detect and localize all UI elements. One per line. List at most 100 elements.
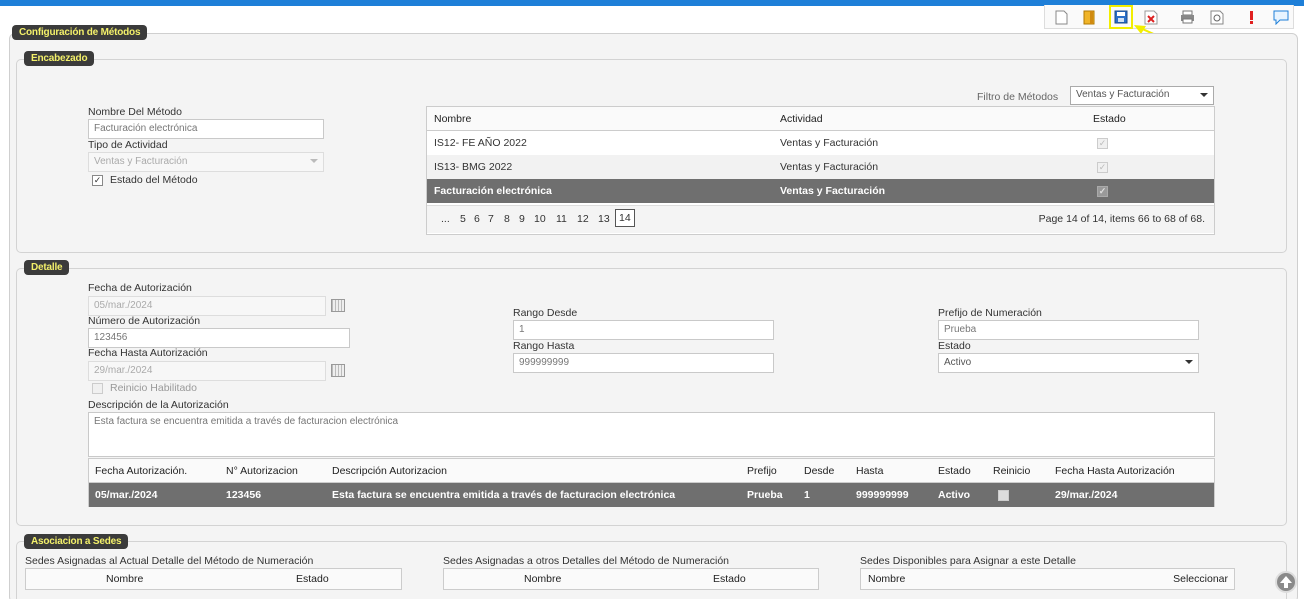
scroll-to-top-button[interactable] bbox=[1275, 571, 1297, 593]
cell-reinicio-checkbox bbox=[998, 490, 1009, 501]
col-estado[interactable]: Estado bbox=[1093, 113, 1126, 125]
rango-desde-label: Rango Desde bbox=[513, 307, 578, 319]
filtro-select[interactable]: Ventas y Facturación bbox=[1070, 86, 1214, 105]
book-icon[interactable] bbox=[1079, 7, 1099, 27]
cell-nombre: IS13- BMG 2022 bbox=[434, 161, 513, 173]
nombre-label: Nombre Del Método bbox=[88, 106, 182, 118]
estado-select[interactable]: Activo bbox=[938, 353, 1199, 373]
sedes-col2-title: Sedes Asignadas a otros Detalles del Mét… bbox=[443, 555, 730, 567]
page-link[interactable]: 7 bbox=[488, 213, 494, 225]
calendar-icon[interactable] bbox=[331, 364, 345, 377]
cell-actividad: Ventas y Facturación bbox=[780, 185, 886, 197]
col-estado[interactable]: Estado bbox=[296, 573, 329, 585]
detalle-title: Detalle bbox=[24, 260, 70, 275]
chevron-down-icon bbox=[310, 159, 318, 163]
cell-estado: Activo bbox=[938, 489, 971, 501]
table-row-selected[interactable]: Facturación electrónica Ventas y Factura… bbox=[427, 179, 1214, 203]
col-nombre[interactable]: Nombre bbox=[524, 573, 561, 585]
col-num[interactable]: N° Autorizacion bbox=[226, 465, 298, 477]
page-link[interactable]: 13 bbox=[598, 213, 610, 225]
prefijo-label: Prefijo de Numeración bbox=[938, 307, 1042, 319]
cell-fecha: 05/mar./2024 bbox=[95, 489, 158, 501]
col-desc[interactable]: Descripción Autorizacion bbox=[332, 465, 447, 477]
table-row-selected[interactable]: 05/mar./2024 123456 Esta factura se encu… bbox=[89, 483, 1214, 507]
fecha-aut-label: Fecha de Autorización bbox=[88, 282, 192, 294]
estado-value: Activo bbox=[944, 357, 972, 368]
cell-desc: Esta factura se encuentra emitida a trav… bbox=[332, 489, 676, 501]
cell-nombre: Facturación electrónica bbox=[434, 185, 552, 197]
page-link[interactable]: 6 bbox=[474, 213, 480, 225]
col-estado[interactable]: Estado bbox=[938, 465, 971, 477]
page-link[interactable]: 8 bbox=[504, 213, 510, 225]
prefijo-input[interactable]: Prueba bbox=[938, 320, 1199, 340]
cell-estado-checkbox: ✓ bbox=[1097, 186, 1108, 197]
chat-icon[interactable] bbox=[1271, 7, 1291, 27]
col-nombre[interactable]: Nombre bbox=[434, 113, 471, 125]
sedes-title: Asociacion a Sedes bbox=[24, 534, 129, 549]
col-seleccionar[interactable]: Seleccionar bbox=[1173, 573, 1228, 585]
col-nombre[interactable]: Nombre bbox=[868, 573, 905, 585]
fecha-hasta-label: Fecha Hasta Autorización bbox=[88, 347, 208, 359]
reinicio-checkbox[interactable] bbox=[92, 383, 103, 394]
col-fecha[interactable]: Fecha Autorización. bbox=[95, 465, 187, 477]
cell-estado-checkbox: ✓ bbox=[1097, 138, 1108, 149]
calendar-icon[interactable] bbox=[331, 299, 345, 312]
new-document-icon[interactable] bbox=[1051, 7, 1071, 27]
filtro-value: Ventas y Facturación bbox=[1076, 89, 1170, 100]
page-link[interactable]: 5 bbox=[460, 213, 466, 225]
estado-label: Estado bbox=[938, 340, 971, 352]
pager: ... 5 6 7 8 9 10 11 12 13 14 Page 14 of … bbox=[427, 205, 1214, 233]
tipo-select[interactable]: Ventas y Facturación bbox=[88, 152, 324, 172]
page-link[interactable]: 12 bbox=[577, 213, 589, 225]
detalle-table: Fecha Autorización. N° Autorizacion Desc… bbox=[88, 458, 1215, 507]
sedes-col2-header: Nombre Estado bbox=[443, 568, 819, 590]
cell-prefijo: Prueba bbox=[747, 489, 783, 501]
metodos-table: Nombre Actividad Estado IS12- FE AÑO 202… bbox=[426, 106, 1215, 235]
col-fecha-hasta[interactable]: Fecha Hasta Autorización bbox=[1055, 465, 1175, 477]
table-row[interactable]: IS12- FE AÑO 2022 Ventas y Facturación ✓ bbox=[427, 131, 1214, 155]
col-prefijo[interactable]: Prefijo bbox=[747, 465, 777, 477]
rango-hasta-input[interactable]: 999999999 bbox=[513, 353, 774, 373]
num-aut-input[interactable]: 123456 bbox=[88, 328, 350, 348]
encabezado-title: Encabezado bbox=[24, 51, 95, 66]
fecha-hasta-input[interactable]: 29/mar./2024 bbox=[88, 361, 326, 381]
rango-hasta-label: Rango Hasta bbox=[513, 340, 575, 352]
nombre-input[interactable]: Facturación electrónica bbox=[88, 119, 324, 139]
chevron-down-icon bbox=[1185, 360, 1193, 364]
cell-hasta: 999999999 bbox=[856, 489, 909, 501]
sedes-col1-title: Sedes Asignadas al Actual Detalle del Mé… bbox=[25, 555, 314, 567]
cell-actividad: Ventas y Facturación bbox=[780, 161, 879, 173]
sedes-col3-title: Sedes Disponibles para Asignar a este De… bbox=[860, 555, 1076, 567]
estado-metodo-checkbox[interactable]: ✓ bbox=[92, 175, 103, 186]
panel-title: Configuración de Métodos bbox=[12, 25, 148, 40]
col-reinicio[interactable]: Reinicio bbox=[993, 465, 1030, 477]
filtro-label: Filtro de Métodos bbox=[977, 91, 1059, 103]
col-hasta[interactable]: Hasta bbox=[856, 465, 883, 477]
cell-num: 123456 bbox=[226, 489, 262, 501]
desc-label: Descripción de la Autorización bbox=[88, 399, 229, 411]
table-header: Nombre Actividad Estado bbox=[427, 107, 1214, 131]
arrow-up-icon bbox=[1280, 576, 1292, 588]
cell-estado-checkbox: ✓ bbox=[1097, 162, 1108, 173]
page-link[interactable]: 11 bbox=[556, 213, 567, 225]
page-info: Page 14 of 14, items 66 to 68 of 68. bbox=[1038, 213, 1205, 225]
rango-desde-input[interactable]: 1 bbox=[513, 320, 774, 340]
table-header: Fecha Autorización. N° Autorizacion Desc… bbox=[89, 459, 1214, 483]
desc-textarea[interactable]: Esta factura se encuentra emitida a trav… bbox=[88, 412, 1215, 457]
fecha-aut-input[interactable]: 05/mar./2024 bbox=[88, 296, 326, 316]
sedes-col1-header: Nombre Estado bbox=[25, 568, 402, 590]
reinicio-label: Reinicio Habilitado bbox=[110, 382, 197, 394]
page-link[interactable]: 10 bbox=[534, 213, 546, 225]
sedes-col3-header: Nombre Seleccionar bbox=[860, 568, 1235, 590]
page-link[interactable]: 9 bbox=[519, 213, 525, 225]
col-nombre[interactable]: Nombre bbox=[106, 573, 143, 585]
chevron-down-icon bbox=[1200, 93, 1208, 97]
table-row[interactable]: IS13- BMG 2022 Ventas y Facturación ✓ bbox=[427, 155, 1214, 179]
col-estado[interactable]: Estado bbox=[713, 573, 746, 585]
page-ellipsis[interactable]: ... bbox=[441, 213, 450, 225]
col-desde[interactable]: Desde bbox=[804, 465, 834, 477]
num-aut-label: Número de Autorización bbox=[88, 315, 201, 327]
page-current[interactable]: 14 bbox=[615, 209, 635, 227]
col-actividad[interactable]: Actividad bbox=[780, 113, 823, 125]
tipo-value: Ventas y Facturación bbox=[94, 156, 188, 167]
